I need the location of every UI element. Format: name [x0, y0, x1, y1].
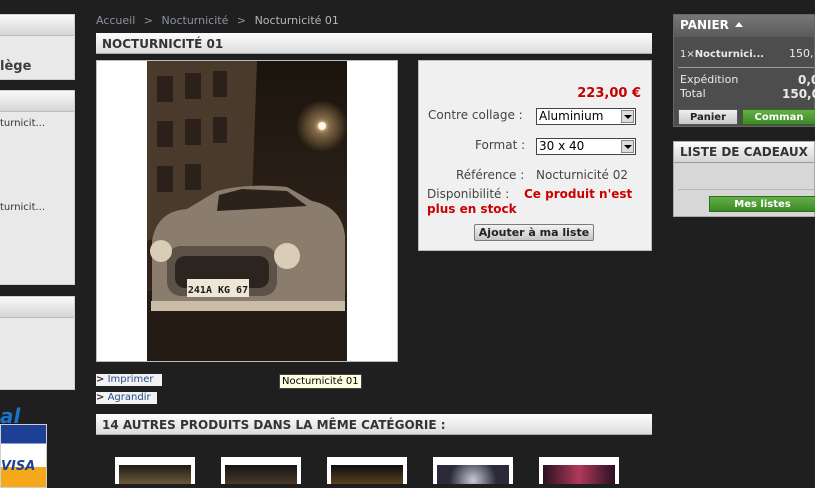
cart-item: 1×Nocturnici... — [680, 47, 764, 60]
option-backing-value: Aluminium — [539, 109, 604, 123]
breadcrumb-home-link[interactable]: Accueil — [96, 14, 135, 27]
breadcrumb-separator: > — [236, 14, 247, 27]
availability-value: Ce produit n'est plus en stock — [427, 187, 633, 216]
thumbnail-image — [119, 465, 191, 484]
option-backing-select[interactable]: Aluminium — [536, 108, 636, 125]
product-price: 223,00 € — [577, 86, 641, 101]
breadcrumb: Accueil > Nocturnicité > Nocturnicité 01 — [96, 14, 339, 27]
cart-total-value: 150,0 — [782, 87, 815, 101]
gift-list-header: LISTE DE CADEAUX — [674, 142, 814, 163]
left-product-link-1[interactable]: turnicit... — [0, 118, 45, 129]
category-thumbnail[interactable] — [115, 457, 195, 484]
cart-total-label: Total — [680, 87, 706, 100]
cart-title: PANIER — [680, 18, 729, 32]
product-title-bar: NOCTURNICITÉ 01 — [96, 33, 652, 54]
tooltip: Nocturnicité 01 — [279, 374, 362, 389]
cart-button[interactable]: Panier — [678, 109, 738, 125]
payment-logo: al VISA — [0, 404, 48, 488]
product-image-box: 241A KG 67 — [96, 60, 398, 362]
cart-divider — [678, 67, 814, 68]
product-info-box: 223,00 € Contre collage : Aluminium Form… — [418, 60, 652, 251]
thumbnail-image — [543, 465, 615, 484]
same-category-bar: 14 AUTRES PRODUITS DANS LA MÊME CATÉGORI… — [96, 414, 652, 435]
option-backing-label: Contre collage : — [428, 108, 523, 122]
same-category-title: 14 AUTRES PRODUITS DANS LA MÊME CATÉGORI… — [102, 418, 446, 432]
license-plate-text: 241A KG 67 — [188, 285, 248, 296]
thumbnail-image — [437, 465, 509, 484]
arrow-right-icon: > — [96, 374, 105, 385]
product-title: NOCTURNICITÉ 01 — [102, 37, 224, 51]
product-photo-svg: 241A KG 67 — [147, 61, 348, 361]
left-block-bottom-header — [0, 297, 74, 318]
category-thumbnail[interactable] — [539, 457, 619, 484]
breadcrumb-category-link[interactable]: Nocturnicité — [162, 14, 229, 27]
left-block-top: lège — [0, 14, 75, 80]
reference-value: Nocturnicité 02 — [536, 168, 628, 182]
category-thumbnail[interactable] — [433, 457, 513, 484]
category-thumbnail[interactable] — [327, 457, 407, 484]
chevron-down-icon — [621, 140, 634, 153]
cart-block: PANIER 1×Nocturnici... 150, Expédition 0… — [673, 14, 815, 127]
thumbnail-image — [331, 465, 403, 484]
product-photo[interactable]: 241A KG 67 — [147, 61, 348, 361]
category-thumbnail[interactable] — [221, 457, 301, 484]
visa-text: VISA — [1, 459, 36, 474]
chevron-up-icon[interactable] — [735, 22, 744, 27]
cart-header[interactable]: PANIER — [674, 15, 814, 37]
enlarge-link[interactable]: > Agrandir — [96, 392, 157, 404]
left-block-top-text[interactable]: lège — [0, 59, 31, 74]
cart-shipping-value: 0,0 — [798, 73, 815, 87]
reference-label: Référence : — [456, 168, 525, 182]
chevron-down-icon — [621, 110, 634, 123]
cart-item-price: 150, — [789, 47, 814, 60]
left-block-products-header — [0, 91, 74, 112]
gift-list-block: LISTE DE CADEAUX Mes listes — [673, 141, 815, 217]
arrow-right-icon: > — [96, 392, 105, 403]
left-block-products: turnicit... turnicit... — [0, 90, 75, 285]
option-format-select[interactable]: 30 x 40 — [536, 138, 636, 155]
print-link-label: Imprimer — [107, 374, 154, 385]
my-lists-button[interactable]: Mes listes — [709, 196, 815, 212]
breadcrumb-separator: > — [143, 14, 153, 27]
thumbnail-image — [225, 465, 297, 484]
gift-list-separator — [678, 189, 814, 190]
cart-shipping-label: Expédition — [680, 73, 739, 86]
cart-item-name[interactable]: Nocturnici... — [695, 49, 764, 60]
enlarge-link-label: Agrandir — [107, 392, 151, 403]
cart-item-qty: 1× — [680, 49, 695, 60]
print-link[interactable]: > Imprimer — [96, 374, 162, 386]
left-block-top-header — [0, 15, 74, 36]
visa-card: VISA — [0, 424, 47, 488]
breadcrumb-current: Nocturnicité 01 — [254, 14, 339, 27]
option-format-label: Format : — [475, 138, 526, 152]
left-block-bottom — [0, 296, 75, 390]
add-to-wishlist-button[interactable]: Ajouter à ma liste — [474, 224, 594, 241]
order-button[interactable]: Comman — [742, 109, 815, 125]
option-format-value: 30 x 40 — [539, 139, 585, 153]
left-product-link-2[interactable]: turnicit... — [0, 202, 45, 213]
